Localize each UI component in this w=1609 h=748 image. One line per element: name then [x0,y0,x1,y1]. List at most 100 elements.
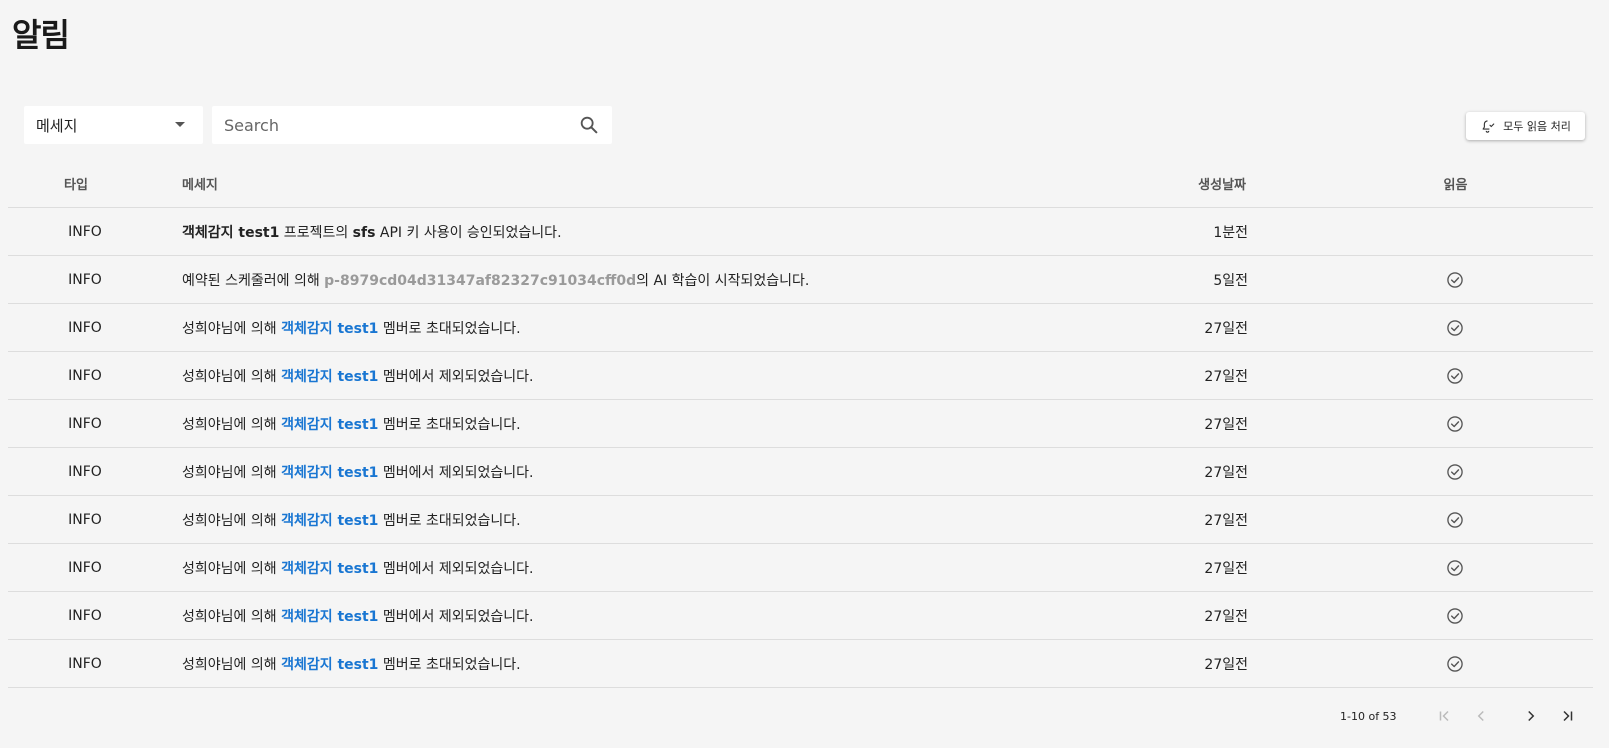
message-text: 멤버에서 제외되었습니다. [378,560,534,577]
first-page-icon [1439,710,1449,722]
first-page-button[interactable] [1433,706,1457,726]
project-link[interactable]: 객체감지 test1 [281,657,378,673]
message-text: 예약된 스케줄러에 의해 [182,272,325,289]
message-emphasis: sfs [352,224,376,241]
message-text: 멤버에서 제외되었습니다. [378,368,534,385]
check-circle-icon [1446,271,1463,288]
cell-message: 성희야님에 의해 객체감지 test1 멤버로 초대되었습니다. [128,654,1148,674]
cell-type: INFO [68,559,102,576]
message-text: 성희야님에 의해 [182,656,282,673]
mark-all-read-label: 모두 읽음 처리 [1503,120,1571,133]
table-row[interactable]: INFO 성희야님에 의해 객체감지 test1 멤버에서 제외되었습니다. 27일… [8,544,1593,592]
filter-select-value: 메세지 [36,116,78,135]
message-text: 멤버로 초대되었습니다. [378,656,521,673]
check-circle-icon [1446,607,1463,624]
table-row[interactable]: INFO 성희야님에 의해 객체감지 test1 멤버에서 제외되었습니다. 27일… [8,352,1593,400]
cell-date: 27일전 [1204,464,1248,481]
message-text: 성희야님에 의해 [182,512,282,529]
message-text: 성희야님에 의해 [182,560,282,577]
table-row[interactable]: INFO 예약된 스케줄러에 의해 p-8979cd04d31347af82327… [8,256,1593,304]
search-box [212,106,612,144]
check-circle-icon [1446,511,1463,528]
message-text: 멤버에서 제외되었습니다. [378,608,534,625]
project-link[interactable]: 객체감지 test1 [281,465,378,481]
caret-down-icon [175,122,185,127]
cell-message: 성희야님에 의해 객체감지 test1 멤버로 초대되었습니다. [128,318,1148,338]
cell-read [1288,606,1593,626]
check-circle-icon [1446,559,1463,576]
message-emphasis: 객체감지 test1 [182,224,280,241]
project-link[interactable]: 객체감지 test1 [281,561,378,577]
table-row[interactable]: INFO 성희야님에 의해 객체감지 test1 멤버로 초대되었습니다. 27일전 [8,496,1593,544]
project-link[interactable]: 객체감지 test1 [281,513,378,529]
cell-read [1288,366,1593,386]
cell-message: 성희야님에 의해 객체감지 test1 멤버에서 제외되었습니다. [128,558,1148,578]
page-title: 알림 [12,16,70,54]
mark-all-read-button[interactable]: 모두 읽음 처리 [1466,112,1585,140]
cell-message: 성희야님에 의해 객체감지 test1 멤버에서 제외되었습니다. [128,462,1148,482]
notifications-table: 타입 메세지 생성날짜 읽음 INFO 객체감지 test1 프로젝트의 sfs … [8,159,1593,688]
cell-type: INFO [68,463,102,480]
cell-type: INFO [68,607,102,624]
table-row[interactable]: INFO 성희야님에 의해 객체감지 test1 멤버로 초대되었습니다. 27일전 [8,400,1593,448]
search-icon[interactable] [578,114,600,136]
message-text: 멤버에서 제외되었습니다. [378,464,534,481]
message-text: 성희야님에 의해 [182,368,282,385]
message-text: 성희야님에 의해 [182,320,282,337]
cell-date: 27일전 [1204,608,1248,625]
cell-type: INFO [68,271,102,288]
cell-type: INFO [68,223,102,240]
bell-check-icon [1482,119,1495,133]
table-row[interactable]: INFO 성희야님에 의해 객체감지 test1 멤버에서 제외되었습니다. 27일… [8,592,1593,640]
last-page-button[interactable] [1555,706,1579,726]
table-row[interactable]: INFO 성희야님에 의해 객체감지 test1 멤버로 초대되었습니다. 27일전 [8,640,1593,688]
project-id: p-8979cd04d31347af82327c91034cff0d [324,272,637,289]
message-text: API 키 사용이 승인되었습니다. [375,224,562,241]
project-link[interactable]: 객체감지 test1 [281,321,378,337]
project-link[interactable]: 객체감지 test1 [281,417,378,433]
cell-message: 성희야님에 의해 객체감지 test1 멤버로 초대되었습니다. [128,414,1148,434]
cell-date: 5일전 [1213,272,1248,289]
prev-page-button[interactable] [1469,706,1493,726]
cell-type: INFO [68,367,102,384]
message-text: 의 AI 학습이 시작되었습니다. [636,272,810,289]
table-row[interactable]: INFO 객체감지 test1 프로젝트의 sfs API 키 사용이 승인되었습… [8,208,1593,256]
project-link[interactable]: 객체감지 test1 [281,609,378,625]
header-message: 메세지 [182,177,218,193]
table-row[interactable]: INFO 성희야님에 의해 객체감지 test1 멤버에서 제외되었습니다. 27일… [8,448,1593,496]
message-text: 멤버로 초대되었습니다. [378,320,521,337]
check-circle-icon [1446,655,1463,672]
table-row[interactable]: INFO 성희야님에 의해 객체감지 test1 멤버로 초대되었습니다. 27일전 [8,304,1593,352]
cell-read [1288,558,1593,578]
next-page-button[interactable] [1519,706,1543,726]
cell-read [1288,510,1593,530]
check-circle-icon [1446,415,1463,432]
last-page-icon [1563,710,1572,722]
filter-select[interactable]: 메세지 [24,106,203,144]
cell-type: INFO [68,319,102,336]
toolbar: 메세지 모두 읽음 처리 [24,106,1585,144]
cell-read [1288,318,1593,338]
cell-type: INFO [68,415,102,432]
project-link[interactable]: 객체감지 test1 [281,369,378,385]
cell-date: 27일전 [1204,416,1248,433]
cell-date: 27일전 [1204,320,1248,337]
cell-message: 객체감지 test1 프로젝트의 sfs API 키 사용이 승인되었습니다. [128,222,1148,242]
header-read: 읽음 [1443,177,1468,193]
cell-read [1288,654,1593,674]
message-text: 멤버로 초대되었습니다. [378,416,521,433]
cell-read [1288,462,1593,482]
cell-type: INFO [68,511,102,528]
search-input[interactable] [224,115,572,135]
check-circle-icon [1446,319,1463,336]
message-text: 성희야님에 의해 [182,464,282,481]
cell-date: 27일전 [1204,560,1248,577]
pagination-range: 1-10 of 53 [1340,709,1397,723]
cell-message: 성희야님에 의해 객체감지 test1 멤버에서 제외되었습니다. [128,606,1148,626]
cell-message: 성희야님에 의해 객체감지 test1 멤버에서 제외되었습니다. [128,366,1148,386]
table-header: 타입 메세지 생성날짜 읽음 [8,159,1593,208]
cell-date: 27일전 [1204,656,1248,673]
cell-date: 27일전 [1204,368,1248,385]
chevron-right-icon [1527,710,1534,722]
cell-read [1288,414,1593,434]
